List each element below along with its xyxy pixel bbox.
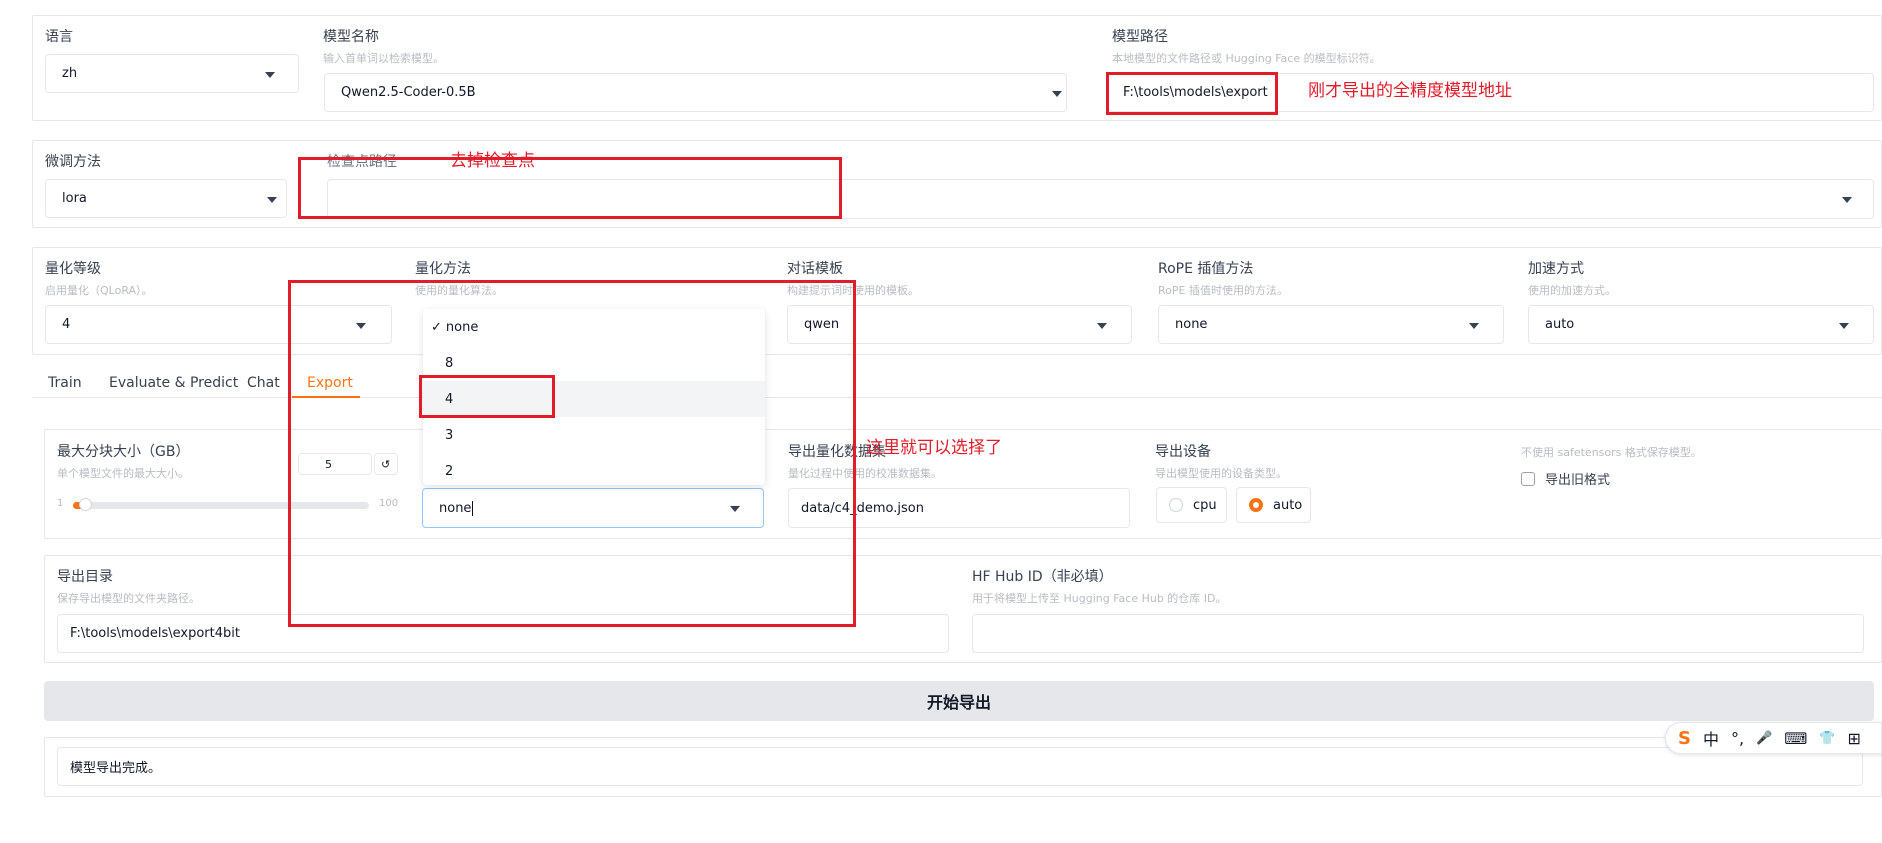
chevron-down-icon [1839, 323, 1849, 329]
language-value: zh [62, 66, 78, 81]
output-box: 模型导出完成。 [57, 747, 1863, 786]
device-info: 导出模型使用的设备类型。 [1155, 467, 1287, 480]
slider-handle[interactable] [79, 498, 92, 511]
chevron-down-icon [265, 72, 275, 78]
chevron-down-icon [1469, 323, 1479, 329]
model-name-select[interactable]: Qwen2.5-Coder-0.5B [324, 73, 1067, 112]
start-export-label: 开始导出 [926, 693, 991, 712]
sogou-logo-icon: S [1678, 727, 1691, 749]
export-dir-info: 保存导出模型的文件夹路径。 [57, 592, 200, 605]
annotation-quant-note: 这里就可以选择了 [866, 438, 1002, 458]
model-path-label: 模型路径 [1112, 29, 1168, 45]
slider-min: 1 [57, 498, 64, 509]
microphone-icon[interactable]: 🎤 [1756, 731, 1772, 746]
booster-label: 加速方式 [1528, 261, 1584, 277]
tab-evaluate-predict[interactable]: Evaluate & Predict [109, 375, 238, 391]
rope-info: RoPE 插值时使用的方法。 [1158, 284, 1288, 297]
rope-label: RoPE 插值方法 [1158, 261, 1254, 277]
rope-select[interactable]: none [1158, 305, 1504, 344]
model-name-info: 输入首单词以检索模型。 [323, 52, 444, 65]
tab-train[interactable]: Train [48, 375, 82, 391]
device-label: 导出设备 [1155, 444, 1211, 460]
grid-icon[interactable]: ⊞ [1848, 729, 1861, 748]
hub-info: 用于将模型上传至 Hugging Face Hub 的仓库 ID。 [972, 592, 1227, 605]
ime-toolbar[interactable]: S 中 °, 🎤 ⌨ 👕 ⊞ [1665, 722, 1882, 754]
quant-bit-value: 4 [62, 317, 71, 332]
max-shard-label: 最大分块大小（GB） [57, 444, 190, 460]
model-path-info: 本地模型的文件路径或 Hugging Face 的模型标识符。 [1112, 52, 1381, 65]
booster-info: 使用的加速方式。 [1528, 284, 1616, 297]
booster-select[interactable]: auto [1528, 305, 1874, 344]
quant-bit-info: 启用量化（QLoRA）。 [45, 284, 153, 297]
max-shard-info: 单个模型文件的最大大小。 [57, 467, 189, 480]
annotation-checkpoint-note: 去掉检查点 [450, 151, 535, 171]
device-radio-cpu[interactable]: cpu [1156, 487, 1227, 523]
hub-input[interactable] [972, 614, 1864, 653]
start-export-button[interactable]: 开始导出 [44, 681, 1874, 721]
radio-selected-icon [1249, 498, 1263, 512]
rope-value: none [1175, 317, 1208, 332]
language-label: 语言 [45, 29, 73, 45]
export-dir-label: 导出目录 [57, 569, 113, 585]
export-dir-value: F:\tools\models\export4bit [70, 626, 240, 641]
annotation-box-checkpoint [298, 157, 842, 219]
chevron-down-icon [267, 197, 277, 203]
chevron-down-icon [1097, 323, 1107, 329]
quant-method-label: 量化方法 [415, 261, 471, 277]
legacy-checkbox[interactable]: 导出旧格式 [1521, 469, 1610, 488]
quant-bit-label: 量化等级 [45, 261, 101, 277]
legacy-label: 导出旧格式 [1545, 473, 1611, 488]
template-label: 对话模板 [787, 261, 843, 277]
annotation-model-path-note: 刚才导出的全精度模型地址 [1308, 81, 1512, 101]
model-name-label: 模型名称 [323, 29, 379, 45]
annotation-box-quant-method [288, 280, 856, 627]
language-select[interactable]: zh [45, 54, 299, 93]
checkbox-icon [1521, 471, 1535, 486]
finetune-label: 微调方法 [45, 154, 101, 170]
skin-icon[interactable]: 👕 [1819, 731, 1835, 746]
finetune-value: lora [62, 191, 87, 206]
hub-label: HF Hub ID（非必填） [972, 569, 1113, 585]
ime-chinese-icon[interactable]: 中 [1703, 726, 1719, 750]
annotation-box-model-path [1106, 72, 1278, 115]
legacy-info: 不使用 safetensors 格式保存模型。 [1521, 446, 1702, 459]
radio-icon [1169, 498, 1183, 512]
keyboard-icon[interactable]: ⌨ [1784, 729, 1807, 748]
finetune-select[interactable]: lora [45, 179, 287, 218]
device-radio-auto[interactable]: auto [1236, 487, 1311, 523]
booster-value: auto [1545, 317, 1575, 332]
chevron-down-icon [1842, 197, 1852, 203]
output-text: 模型导出完成。 [70, 761, 162, 776]
chevron-down-icon [1052, 91, 1062, 97]
model-name-value: Qwen2.5-Coder-0.5B [341, 85, 476, 100]
tab-chat[interactable]: Chat [247, 375, 280, 391]
ime-punct-icon[interactable]: °, [1731, 729, 1744, 748]
